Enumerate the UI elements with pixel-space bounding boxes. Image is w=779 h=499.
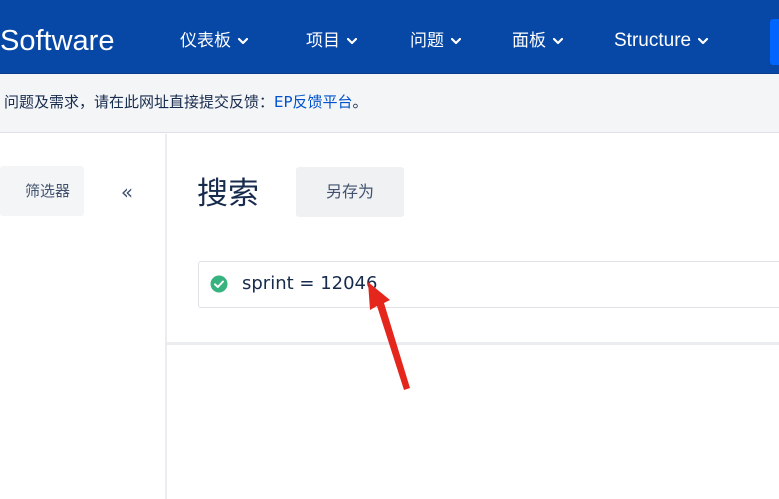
product-logo[interactable]: Software [0, 24, 114, 58]
chevron-down-icon [553, 37, 563, 45]
chevron-down-icon [698, 37, 709, 45]
nav-issues[interactable]: 问题 [410, 29, 461, 53]
section-divider [167, 342, 779, 345]
nav-structure[interactable]: Structure [614, 29, 709, 53]
check-circle-icon [210, 275, 228, 293]
filters-button[interactable]: 筛选器 [0, 166, 84, 216]
nav-projects-label: 项目 [306, 31, 340, 51]
announcement-text: 问题及需求，请在此网址直接提交反馈：EP反馈平台。 [4, 91, 368, 113]
announcement-message: 问题及需求，请在此网址直接提交反馈： [4, 93, 275, 111]
nav-projects[interactable]: 项目 [306, 29, 357, 53]
nav-structure-label: Structure [614, 30, 692, 51]
create-button[interactable] [770, 19, 779, 65]
nav-dashboards[interactable]: 仪表板 [180, 29, 248, 53]
annotation-arrow-icon [368, 282, 410, 390]
nav-issues-label: 问题 [410, 31, 444, 51]
chevron-down-icon [238, 37, 248, 45]
feedback-platform-link[interactable]: EP反馈平台 [274, 93, 353, 111]
chevron-down-icon [347, 37, 357, 45]
save-as-button[interactable]: 另存为 [296, 167, 404, 217]
collapse-sidebar-icon[interactable]: « [113, 178, 141, 206]
nav-dashboards-label: 仪表板 [180, 31, 231, 51]
announcement-suffix: 。 [352, 93, 368, 111]
nav-boards-label: 面板 [512, 31, 546, 51]
nav-boards[interactable]: 面板 [512, 29, 563, 53]
page-title: 搜索 [197, 176, 259, 212]
chevron-down-icon [451, 37, 461, 45]
